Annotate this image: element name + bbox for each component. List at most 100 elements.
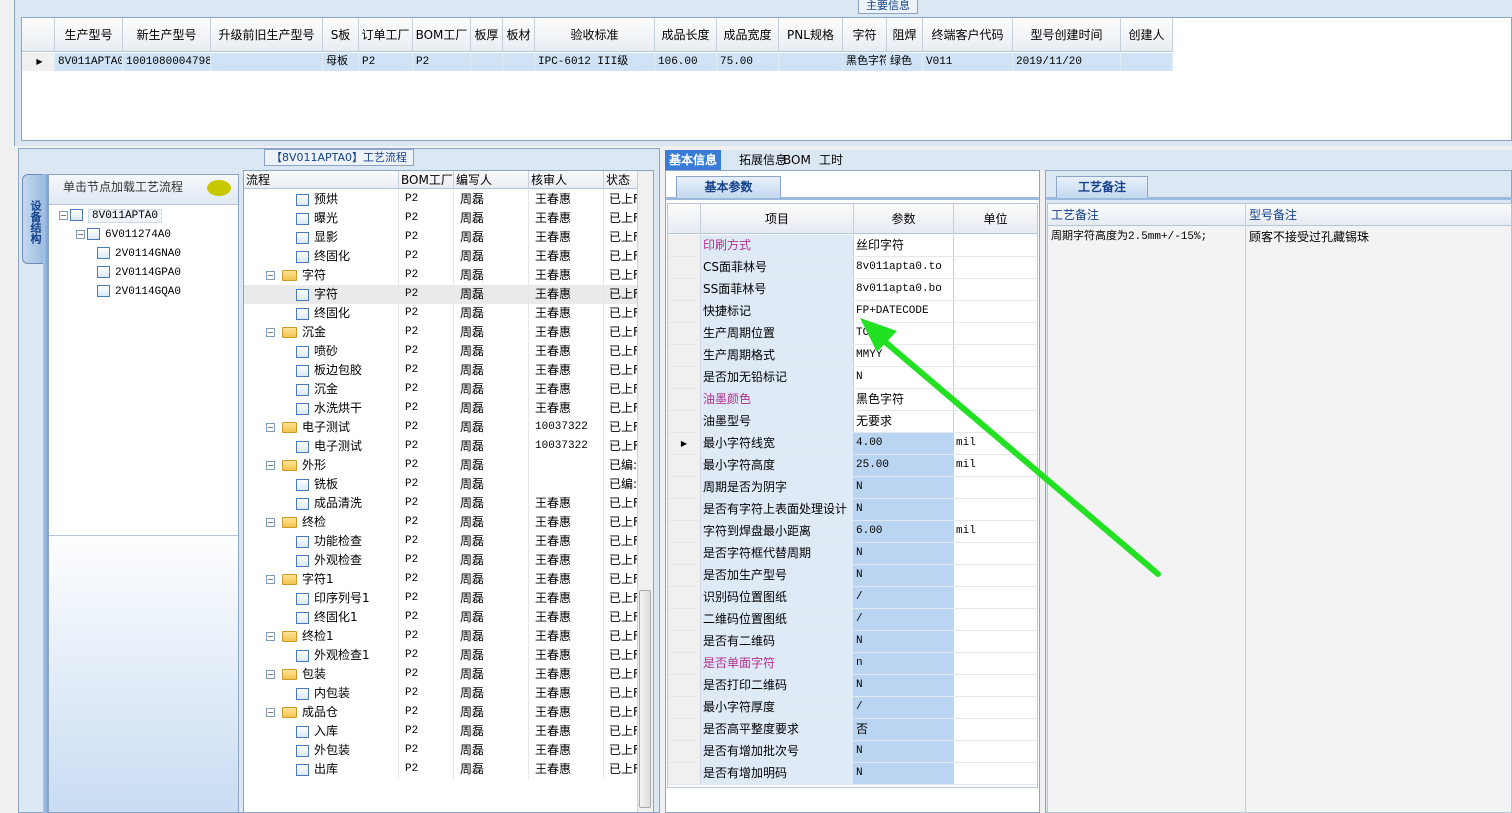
col-header[interactable]: S板 <box>323 18 359 51</box>
param-row[interactable]: 是否有字符上表面处理设计 N <box>668 499 1037 521</box>
cell[interactable]: 8V011APTA0 <box>55 53 123 71</box>
flow-row[interactable]: 字符 P2 周磊 王春惠 已上F <box>244 285 639 304</box>
param-row[interactable]: 是否加生产型号 N <box>668 565 1037 587</box>
param-row[interactable]: 生产周期位置 TO <box>668 323 1037 345</box>
cell[interactable] <box>471 53 503 71</box>
col-header[interactable]: 型号创建时间 <box>1013 18 1121 51</box>
param-row[interactable]: 是否单面字符 n <box>668 653 1037 675</box>
flow-row[interactable]: 终固化 P2 周磊 王春惠 已上F <box>244 304 639 323</box>
param-row[interactable]: SS面菲林号 8v011apta0.bo <box>668 279 1037 301</box>
param-row[interactable]: 印刷方式 丝印字符 <box>668 235 1037 257</box>
param-value[interactable]: 8v011apta0.to <box>854 257 954 278</box>
flow-row[interactable]: 功能检查 P2 周磊 王春惠 已上F <box>244 532 639 551</box>
flow-row[interactable]: − 终检1 P2 周磊 王春惠 已上F <box>244 627 639 646</box>
structure-node[interactable]: 2V0114GPA0 <box>97 263 181 281</box>
param-row[interactable]: 生产周期格式 MMYY <box>668 345 1037 367</box>
param-row[interactable]: 字符到焊盘最小距离 6.00 mil <box>668 521 1037 543</box>
cell[interactable]: V011 <box>923 53 1013 71</box>
param-row[interactable]: 快捷标记 FP+DATECODE <box>668 301 1037 323</box>
param-value[interactable]: 4.00 <box>854 433 954 454</box>
flow-row[interactable]: 印序列号1 P2 周磊 王春惠 已上F <box>244 589 639 608</box>
param-row[interactable]: 周期是否为阴字 N <box>668 477 1037 499</box>
param-value[interactable]: N <box>854 499 954 520</box>
param-value[interactable]: 否 <box>854 719 954 740</box>
flow-row[interactable]: 铣板 P2 周磊 已编: <box>244 475 639 494</box>
param-row[interactable]: 油墨颜色 黑色字符 <box>668 389 1037 411</box>
col-header[interactable]: 成品长度 <box>655 18 717 51</box>
flow-row[interactable]: 曝光 P2 周磊 王春惠 已上F <box>244 209 639 228</box>
flow-row[interactable]: − 字符 P2 周磊 王春惠 已上F <box>244 266 639 285</box>
flow-scroll-thumb[interactable] <box>639 590 651 808</box>
device-structure-tab[interactable]: 设备结构 <box>22 174 44 264</box>
param-value[interactable]: 丝印字符 <box>854 235 954 256</box>
param-row[interactable]: CS面菲林号 8v011apta0.to <box>668 257 1037 279</box>
flow-row[interactable]: 内包装 P2 周磊 王春惠 已上F <box>244 684 639 703</box>
col-header[interactable]: 板厚 <box>471 18 503 51</box>
cell[interactable]: 10010800047989 <box>123 53 211 71</box>
col-header[interactable]: BOM工厂 <box>413 18 471 51</box>
param-row[interactable]: 二维码位置图纸 / <box>668 609 1037 631</box>
param-value[interactable]: 6.00 <box>854 521 954 542</box>
col-header[interactable]: 订单工厂 <box>359 18 413 51</box>
flow-col-header[interactable]: 编写人 <box>454 171 529 188</box>
param-row[interactable]: 最小字符厚度 / <box>668 697 1037 719</box>
tab-basic-info[interactable]: 基本信息 <box>665 150 722 170</box>
param-value[interactable]: / <box>854 609 954 630</box>
param-value[interactable]: MMYY <box>854 345 954 366</box>
col-header[interactable]: 字符 <box>843 18 887 51</box>
param-value[interactable]: 8v011apta0.bo <box>854 279 954 300</box>
flow-row[interactable]: 预烘 P2 周磊 王春惠 已上F <box>244 190 639 209</box>
flow-row[interactable]: 水洗烘干 P2 周磊 王春惠 已上F <box>244 399 639 418</box>
param-value[interactable]: TO <box>854 323 954 344</box>
param-value[interactable]: n <box>854 653 954 674</box>
structure-node[interactable]: − 8V011APTA0 <box>59 206 163 224</box>
cell[interactable] <box>1121 53 1173 71</box>
param-value[interactable]: N <box>854 543 954 564</box>
flow-row[interactable]: 终固化1 P2 周磊 王春惠 已上F <box>244 608 639 627</box>
flow-row[interactable]: 终固化 P2 周磊 王春惠 已上F <box>244 247 639 266</box>
cell[interactable]: 75.00 <box>717 53 779 71</box>
flow-row[interactable]: − 电子测试 P2 周磊 10037322 已上F <box>244 418 639 437</box>
flow-row[interactable]: 成品清洗 P2 周磊 王春惠 已上F <box>244 494 639 513</box>
param-value[interactable]: / <box>854 587 954 608</box>
flow-row[interactable]: 入库 P2 周磊 王春惠 已上F <box>244 722 639 741</box>
param-row[interactable]: 是否字符框代替周期 N <box>668 543 1037 565</box>
tab-worktime[interactable]: 工时 <box>815 150 847 170</box>
structure-node[interactable]: 2V0114GNA0 <box>97 244 181 262</box>
cell[interactable] <box>503 53 535 71</box>
flow-row[interactable]: 板边包胶 P2 周磊 王春惠 已上F <box>244 361 639 380</box>
flow-row[interactable]: 出库 P2 周磊 王春惠 已上F <box>244 760 639 779</box>
flow-row[interactable]: − 包装 P2 周磊 王春惠 已上F <box>244 665 639 684</box>
param-value[interactable]: / <box>854 697 954 718</box>
cell[interactable]: 绿色 <box>887 53 923 71</box>
main-info-row[interactable]: ▶ 8V011APTA0 10010800047989 母板 P2 P2 IPC-6012 … <box>22 53 1173 71</box>
col-header[interactable]: 板材 <box>503 18 535 51</box>
param-row[interactable]: ▶ 最小字符线宽 4.00 mil <box>668 433 1037 455</box>
flow-col-header[interactable]: 核审人 <box>529 171 604 188</box>
flow-col-header[interactable]: 状态 <box>604 171 639 188</box>
flow-col-header[interactable]: BOM工厂 <box>399 171 454 188</box>
param-value[interactable]: FP+DATECODE <box>854 301 954 322</box>
flow-row[interactable]: − 沉金 P2 周磊 王春惠 已上F <box>244 323 639 342</box>
col-header[interactable]: 生产型号 <box>55 18 123 51</box>
cell[interactable]: IPC-6012 III级 <box>535 53 655 71</box>
comment-bubble-icon[interactable] <box>207 180 231 196</box>
collapse-icon[interactable]: − <box>76 229 85 239</box>
param-value[interactable]: 25.00 <box>854 455 954 476</box>
param-value[interactable]: N <box>854 477 954 498</box>
param-row[interactable]: 是否打印二维码 N <box>668 675 1037 697</box>
param-row[interactable]: 识别码位置图纸 / <box>668 587 1037 609</box>
col-header[interactable]: 成品宽度 <box>717 18 779 51</box>
structure-node[interactable]: − 6V011274A0 <box>76 225 171 243</box>
param-value[interactable]: N <box>854 631 954 652</box>
flow-row[interactable]: − 字符1 P2 周磊 王春惠 已上F <box>244 570 639 589</box>
flow-row[interactable]: − 外形 P2 周磊 已编: <box>244 456 639 475</box>
tab-basic-params[interactable]: 基本参数 <box>676 176 781 198</box>
col-header[interactable]: 验收标准 <box>535 18 655 51</box>
col-header[interactable]: 终端客户代码 <box>923 18 1013 51</box>
collapse-icon[interactable]: − <box>266 423 275 432</box>
collapse-icon[interactable]: − <box>266 461 275 470</box>
col-header[interactable]: 创建人 <box>1121 18 1173 51</box>
collapse-icon[interactable]: − <box>266 632 275 641</box>
cell[interactable]: P2 <box>359 53 413 71</box>
